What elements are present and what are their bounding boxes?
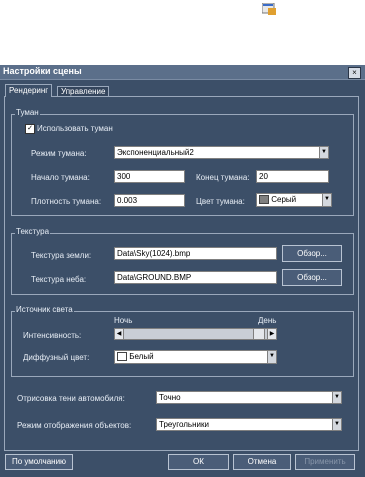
app-shortcut-icon[interactable] (262, 3, 276, 15)
fog-mode-label: Режим тумана: (31, 149, 87, 158)
cancel-button[interactable]: Отмена (233, 454, 291, 470)
fog-color-swatch (259, 195, 269, 205)
fog-color-select[interactable]: Серый ▼ (256, 193, 332, 207)
shadow-mode-value: Точно (159, 393, 181, 402)
ground-texture-input[interactable]: Data\Sky(1024).bmp (114, 247, 277, 260)
light-group-title: Источник света (15, 305, 74, 314)
objects-mode-label: Режим отображения объектов: (17, 421, 132, 430)
fog-end-input[interactable]: 20 (256, 170, 329, 183)
fog-mode-value: Экспоненциальный2 (117, 148, 194, 157)
light-group (11, 311, 354, 377)
fog-end-label: Конец тумана: (196, 173, 250, 182)
ground-texture-label: Текстура земли: (31, 251, 92, 260)
close-button[interactable]: × (348, 67, 361, 79)
fog-start-label: Начало тумана: (31, 173, 90, 182)
sky-texture-label: Текстура неба: (31, 275, 87, 284)
fog-start-input[interactable]: 300 (114, 170, 185, 183)
fog-group-title: Туман (15, 108, 40, 117)
diffuse-color-swatch (117, 352, 127, 362)
browse-ground-button[interactable]: Обзор... (282, 245, 342, 262)
chevron-down-icon[interactable]: ▼ (322, 194, 331, 206)
use-fog-checkbox[interactable]: ✓ (25, 124, 35, 134)
intensity-label: Интенсивность: (23, 331, 82, 340)
browse-sky-button[interactable]: Обзор... (282, 269, 342, 286)
fog-density-input[interactable]: 0.003 (114, 194, 185, 207)
dialog-title: Настройки сцены (3, 66, 82, 76)
chevron-down-icon[interactable]: ▼ (332, 419, 341, 430)
intensity-slider-thumb[interactable] (252, 329, 265, 339)
chevron-down-icon[interactable]: ▼ (267, 351, 276, 363)
shadow-mode-select[interactable]: Точно ▼ (156, 391, 342, 404)
chevron-down-icon[interactable]: ▼ (332, 392, 341, 403)
chevron-down-icon[interactable]: ▼ (319, 147, 328, 158)
diffuse-color-label: Диффузный цвет: (23, 353, 90, 362)
apply-button[interactable]: Применить (295, 454, 355, 470)
fog-mode-select[interactable]: Экспоненциальный2 ▼ (114, 146, 329, 159)
use-fog-label: Использовать туман (37, 124, 113, 133)
fog-color-label: Цвет тумана: (196, 197, 245, 206)
texture-group-title: Текстура (15, 227, 51, 236)
ok-button[interactable]: ОК (168, 454, 229, 470)
objects-mode-value: Треугольники (159, 420, 209, 429)
night-label: Ночь (114, 316, 133, 325)
tab-rendering[interactable]: Рендеринг (5, 84, 53, 97)
sky-texture-input[interactable]: Data\GROUND.BMP (114, 271, 277, 284)
defaults-button[interactable]: По умолчанию (5, 454, 73, 470)
diffuse-color-select[interactable]: Белый ▼ (114, 350, 277, 364)
fog-color-value: Серый (271, 195, 297, 204)
intensity-slider[interactable]: ◀ ▶ (114, 328, 277, 340)
shadow-mode-label: Отрисовка тени автомобиля: (17, 394, 125, 403)
diffuse-color-value: Белый (129, 352, 154, 361)
scroll-left-icon[interactable]: ◀ (115, 329, 124, 339)
fog-density-label: Плотность тумана: (31, 197, 102, 206)
day-label: День (258, 316, 277, 325)
objects-mode-select[interactable]: Треугольники ▼ (156, 418, 342, 431)
scroll-right-icon[interactable]: ▶ (267, 329, 276, 339)
